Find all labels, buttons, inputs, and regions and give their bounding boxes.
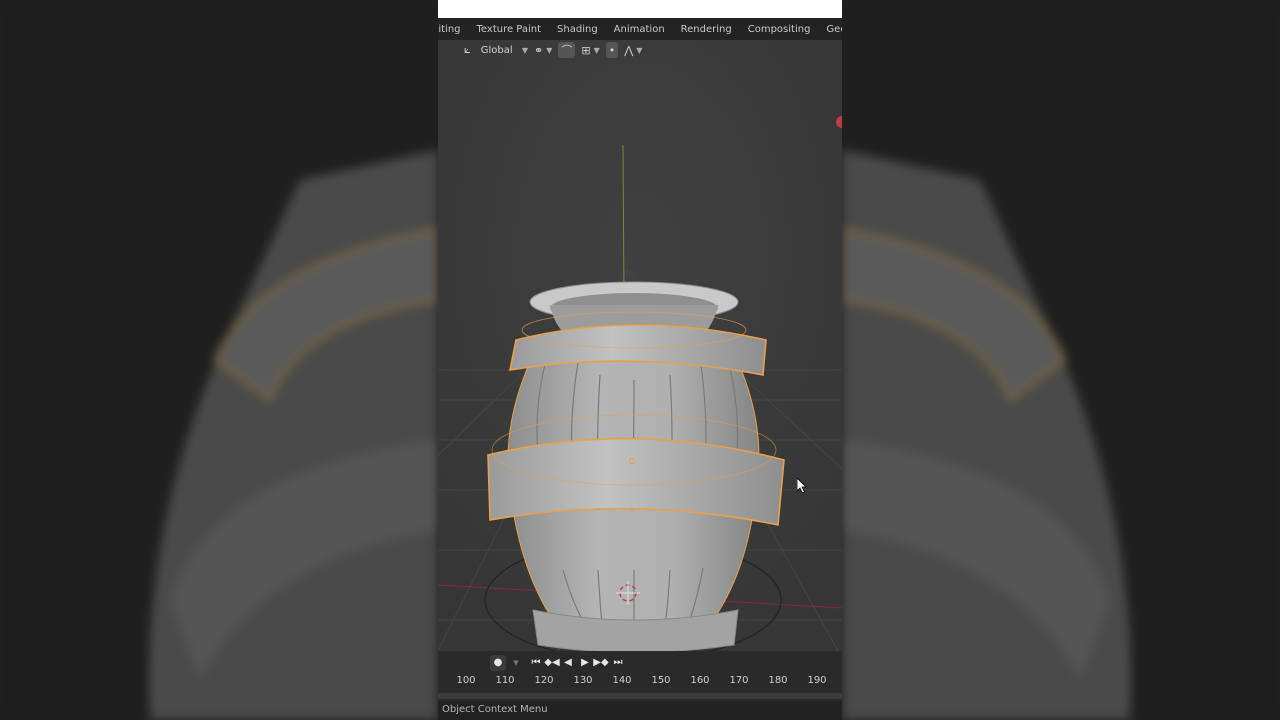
play-icon[interactable]: ▶: [577, 655, 593, 671]
frame-tick: 100: [456, 675, 476, 686]
transform-orientation-icon: ⟀: [464, 43, 471, 56]
proportional-editing-icon: •: [608, 43, 616, 57]
top-bar: [438, 0, 842, 18]
snap-target-dropdown[interactable]: ⊞ ▼: [581, 42, 599, 58]
play-reverse-icon[interactable]: ◀: [560, 655, 576, 671]
chevron-down-icon: ▼: [636, 45, 643, 55]
status-bar: Object Context Menu: [438, 701, 842, 720]
frame-tick: 180: [768, 675, 788, 686]
tab-animation[interactable]: Animation: [606, 24, 673, 35]
frame-tick: 110: [495, 675, 515, 686]
tab-geometry-nodes[interactable]: Geometry No: [818, 24, 842, 35]
tab-shading[interactable]: Shading: [549, 24, 606, 35]
orientation-label: Global: [480, 44, 513, 56]
background-blur-left: [0, 0, 438, 720]
falloff-curve-icon: ⋀: [624, 43, 634, 57]
snap-increment-icon: ⊞: [581, 43, 591, 57]
pivot-point-dropdown[interactable]: ⚭ ▼: [534, 42, 552, 58]
next-keyframe-icon[interactable]: ▶◆: [593, 655, 609, 671]
jump-start-icon[interactable]: ⏮: [528, 655, 544, 671]
timeline-editor[interactable]: ● ▼ ⏮ ◆◀ ◀ ▶ ▶◆ ⏭ 100 110 120 130 140 15…: [438, 651, 842, 701]
link-icon: ⚭: [534, 43, 544, 57]
transform-orientation-dropdown[interactable]: ⟀ Global ▼: [464, 42, 528, 58]
mouse-pointer-icon: [796, 477, 807, 498]
workspace-tabs: diting Texture Paint Shading Animation R…: [438, 18, 842, 40]
tab-rendering[interactable]: Rendering: [673, 24, 740, 35]
chevron-down-icon: ▼: [593, 45, 600, 55]
record-icon[interactable]: ●: [490, 655, 506, 671]
tab-texture-paint[interactable]: Texture Paint: [469, 24, 550, 35]
blender-viewport[interactable]: diting Texture Paint Shading Animation R…: [438, 0, 842, 720]
frame-tick: 120: [534, 675, 554, 686]
prev-keyframe-icon[interactable]: ◆◀: [544, 655, 560, 671]
tab-editing[interactable]: diting: [438, 24, 469, 35]
playback-controls: ● ▼ ⏮ ◆◀ ◀ ▶ ▶◆ ⏭: [438, 655, 842, 671]
frame-tick: 140: [612, 675, 632, 686]
frame-ruler[interactable]: 100 110 120 130 140 150 160 170 180 190: [438, 675, 842, 691]
background-blur-right: [842, 0, 1280, 720]
chevron-down-icon: ▼: [521, 45, 528, 55]
frame-tick: 160: [690, 675, 710, 686]
viewport-scene[interactable]: [438, 40, 842, 651]
frame-tick: 130: [573, 675, 593, 686]
status-text: Object Context Menu: [442, 704, 548, 715]
frame-tick: 150: [651, 675, 671, 686]
snap-toggle[interactable]: ⌒: [558, 42, 576, 58]
falloff-dropdown[interactable]: ⋀ ▼: [624, 42, 642, 58]
snap-icon: ⌒: [561, 44, 573, 57]
frame-tick: 190: [807, 675, 827, 686]
tab-compositing[interactable]: Compositing: [740, 24, 819, 35]
proportional-editing-toggle[interactable]: •: [605, 42, 619, 58]
timeline-scrollbar[interactable]: [438, 693, 842, 699]
chevron-down-icon: ▼: [546, 45, 553, 55]
frame-tick: 170: [729, 675, 749, 686]
chevron-down-icon[interactable]: ▼: [508, 655, 524, 671]
jump-end-icon[interactable]: ⏭: [610, 655, 626, 671]
viewport-header-tools: ⟀ Global ▼ ⚭ ▼ ⌒ ⊞ ▼ • ⋀ ▼: [438, 40, 842, 60]
